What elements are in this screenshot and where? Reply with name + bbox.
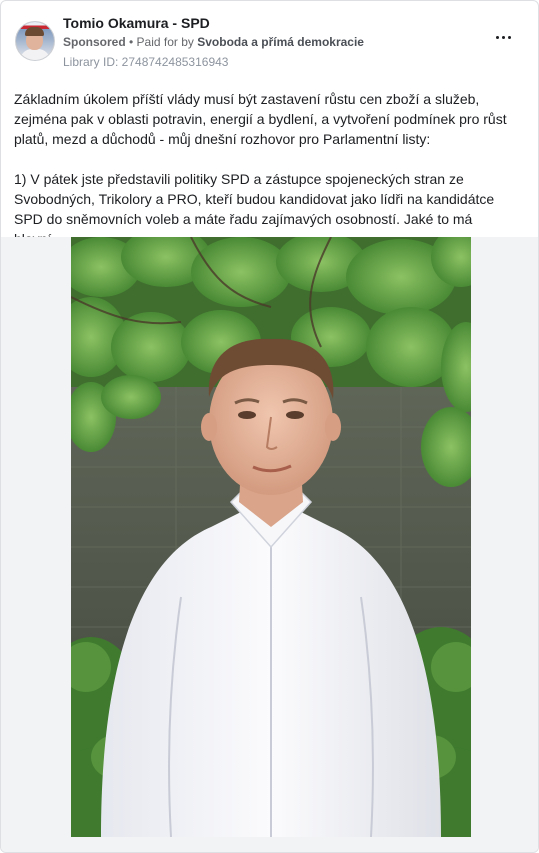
page-avatar[interactable] bbox=[15, 21, 55, 61]
paid-for-prefix: • Paid for by bbox=[125, 35, 198, 49]
library-id: Library ID: 2748742485316943 bbox=[63, 55, 229, 69]
post-photo[interactable] bbox=[71, 237, 471, 837]
post-paragraph-1: Základním úkolem příští vlády musí být z… bbox=[14, 91, 507, 147]
post-media bbox=[1, 237, 538, 852]
paid-for-by-name[interactable]: Svoboda a přímá demokracie bbox=[197, 35, 364, 49]
sponsored-label: Sponsored bbox=[63, 35, 126, 49]
page-name[interactable]: Tomio Okamura - SPD bbox=[63, 15, 210, 31]
post-text: Základním úkolem příští vlády musí být z… bbox=[14, 89, 524, 249]
sponsored-line: Sponsored • Paid for by Svoboda a přímá … bbox=[63, 35, 364, 49]
post-header: Tomio Okamura - SPD Sponsored • Paid for… bbox=[13, 15, 526, 75]
ad-card: Tomio Okamura - SPD Sponsored • Paid for… bbox=[0, 0, 539, 853]
more-options-icon[interactable] bbox=[490, 29, 516, 45]
